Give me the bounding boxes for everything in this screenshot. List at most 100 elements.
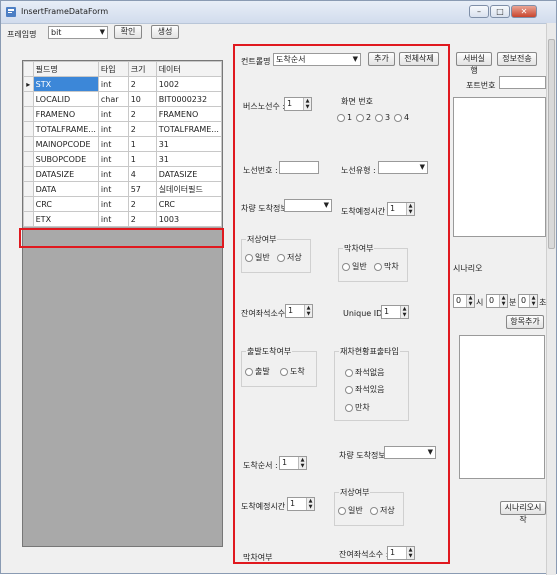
cell[interactable]: ETX <box>32 211 99 227</box>
unique-id-spinner[interactable]: 1 ▲ ▼ <box>381 305 409 319</box>
arrival-option[interactable]: 도착 <box>280 366 305 377</box>
spin-arrows-icon[interactable]: ▲ ▼ <box>298 457 306 469</box>
table-row[interactable]: ▸ STX int 2 1002 <box>23 76 223 92</box>
route-no-input[interactable] <box>279 161 319 174</box>
info-send-button[interactable]: 정보전송 <box>497 52 537 66</box>
cell[interactable]: int <box>97 211 129 227</box>
arrival-time2-spinner[interactable]: 1 ▲ ▼ <box>287 497 315 511</box>
content-type-combo[interactable]: 도착순서 ▼ <box>273 53 361 66</box>
port-input[interactable] <box>499 76 546 89</box>
cell[interactable]: 1003 <box>155 211 223 227</box>
column-header-field[interactable]: 필드명 <box>32 61 99 77</box>
table-row[interactable]: ETX int 2 1003 <box>23 211 223 227</box>
cell[interactable]: 1002 <box>155 76 223 92</box>
cell[interactable]: DATASIZE <box>155 166 223 182</box>
close-button[interactable]: ✕ <box>511 5 537 18</box>
minimize-button[interactable]: – <box>469 5 489 18</box>
screen-option-1[interactable]: 1 <box>337 113 352 122</box>
cell[interactable]: CRC <box>155 196 223 212</box>
cell[interactable]: 57 <box>127 181 157 197</box>
cell[interactable]: TOTALFRAME... <box>32 121 99 137</box>
table-row[interactable]: SUBOPCODE int 1 31 <box>23 151 223 167</box>
generate-button[interactable]: 생성 <box>151 25 179 39</box>
screen-option-2[interactable]: 2 <box>356 113 371 122</box>
add-button[interactable]: 추가 <box>368 52 395 66</box>
frame-name-combo[interactable]: bit ▼ <box>48 26 108 39</box>
field-grid[interactable]: 필드명 타입 크기 데이터 ▸ STX int 2 1002 LOCALID c… <box>22 60 223 547</box>
scenario-listbox[interactable] <box>459 335 545 479</box>
vehicle-arrival-combo[interactable]: ▼ <box>284 199 332 212</box>
spin-arrows-icon[interactable]: ▲ ▼ <box>406 547 414 559</box>
cell[interactable]: 31 <box>155 151 223 167</box>
spin-arrows-icon[interactable]: ▲ ▼ <box>304 305 312 317</box>
hour-spinner[interactable]: 0 ▲ ▼ <box>453 294 475 308</box>
server-run-button[interactable]: 서버실행 <box>456 52 492 75</box>
scrollbar-thumb[interactable] <box>548 39 555 249</box>
table-row[interactable]: DATASIZE int 4 DATASIZE <box>23 166 223 182</box>
scenario-start-button[interactable]: 시나리오시작 <box>500 501 546 524</box>
last-bus-option-last[interactable]: 막차 <box>374 261 399 272</box>
spin-arrows-icon[interactable]: ▲ ▼ <box>303 98 311 110</box>
cell[interactable]: 2 <box>127 76 157 92</box>
log-listbox[interactable] <box>453 97 546 237</box>
column-header-size[interactable]: 크기 <box>127 61 157 77</box>
arrival-order-spinner[interactable]: 1 ▲ ▼ <box>279 456 307 470</box>
cell[interactable]: 2 <box>127 211 157 227</box>
arrival-time-spinner[interactable]: 1 ▲ ▼ <box>387 202 415 216</box>
vertical-scrollbar[interactable] <box>546 23 556 575</box>
cell[interactable]: 10 <box>127 91 157 107</box>
spin-arrows-icon[interactable]: ▲ ▼ <box>529 295 537 307</box>
cell[interactable]: CRC <box>32 196 99 212</box>
cell[interactable]: int <box>97 76 129 92</box>
cell[interactable]: BIT0000232 <box>155 91 223 107</box>
table-row[interactable]: LOCALID char 10 BIT0000232 <box>23 91 223 107</box>
spin-arrows-icon[interactable]: ▲ ▼ <box>466 295 474 307</box>
cell[interactable]: FRAMENO <box>32 106 99 122</box>
add-item-button[interactable]: 항목추가 <box>506 315 544 329</box>
maximize-button[interactable]: □ <box>490 5 510 18</box>
cell[interactable]: char <box>97 91 129 107</box>
cell[interactable]: 2 <box>127 196 157 212</box>
screen-option-4[interactable]: 4 <box>394 113 409 122</box>
low-floor2-option-low[interactable]: 저상 <box>370 505 395 516</box>
column-header-data[interactable]: 데이터 <box>155 61 223 77</box>
congestion-option-seat[interactable]: 좌석있음 <box>345 384 384 395</box>
confirm-button[interactable]: 확인 <box>114 25 142 39</box>
cell[interactable]: int <box>97 121 129 137</box>
cell[interactable]: TOTALFRAME... <box>155 121 223 137</box>
second-spinner[interactable]: 0 ▲ ▼ <box>518 294 538 308</box>
vehicle-arrival2-combo[interactable]: ▼ <box>384 446 436 459</box>
cell[interactable]: FRAMENO <box>155 106 223 122</box>
departure-option[interactable]: 출발 <box>245 366 270 377</box>
cell[interactable]: 4 <box>127 166 157 182</box>
spin-arrows-icon[interactable]: ▲ ▼ <box>406 203 414 215</box>
cell[interactable]: DATA <box>32 181 99 197</box>
table-row[interactable]: DATA int 57 실데이터필드 <box>23 181 223 197</box>
cell[interactable]: 31 <box>155 136 223 152</box>
table-row[interactable]: CRC int 2 CRC <box>23 196 223 212</box>
congestion-option-no-seat[interactable]: 좌석없음 <box>345 367 384 378</box>
low-floor-option-normal[interactable]: 일반 <box>245 252 270 263</box>
congestion-option-full[interactable]: 만차 <box>345 402 370 413</box>
cell[interactable]: DATASIZE <box>32 166 99 182</box>
bus-line-count-spinner[interactable]: 1 ▲ ▼ <box>284 97 312 111</box>
spin-arrows-icon[interactable]: ▲ ▼ <box>499 295 507 307</box>
cell[interactable]: 실데이터필드 <box>155 181 223 197</box>
column-header-type[interactable]: 타입 <box>97 61 129 77</box>
remaining-seats-spinner[interactable]: 1 ▲ ▼ <box>285 304 313 318</box>
cell[interactable]: int <box>97 196 129 212</box>
table-row[interactable]: TOTALFRAME... int 2 TOTALFRAME... <box>23 121 223 137</box>
cell[interactable]: 2 <box>127 121 157 137</box>
route-type-combo[interactable]: ▼ <box>378 161 428 174</box>
cell[interactable]: int <box>97 136 129 152</box>
minute-spinner[interactable]: 0 ▲ ▼ <box>486 294 508 308</box>
spin-arrows-icon[interactable]: ▲ ▼ <box>400 306 408 318</box>
cell[interactable]: SUBOPCODE <box>32 151 99 167</box>
cell[interactable]: 1 <box>127 136 157 152</box>
cell[interactable]: LOCALID <box>32 91 99 107</box>
cell[interactable]: int <box>97 151 129 167</box>
cell[interactable]: MAINOPCODE <box>32 136 99 152</box>
cell[interactable]: int <box>97 166 129 182</box>
cell[interactable]: STX <box>32 76 99 92</box>
table-row[interactable]: MAINOPCODE int 1 31 <box>23 136 223 152</box>
